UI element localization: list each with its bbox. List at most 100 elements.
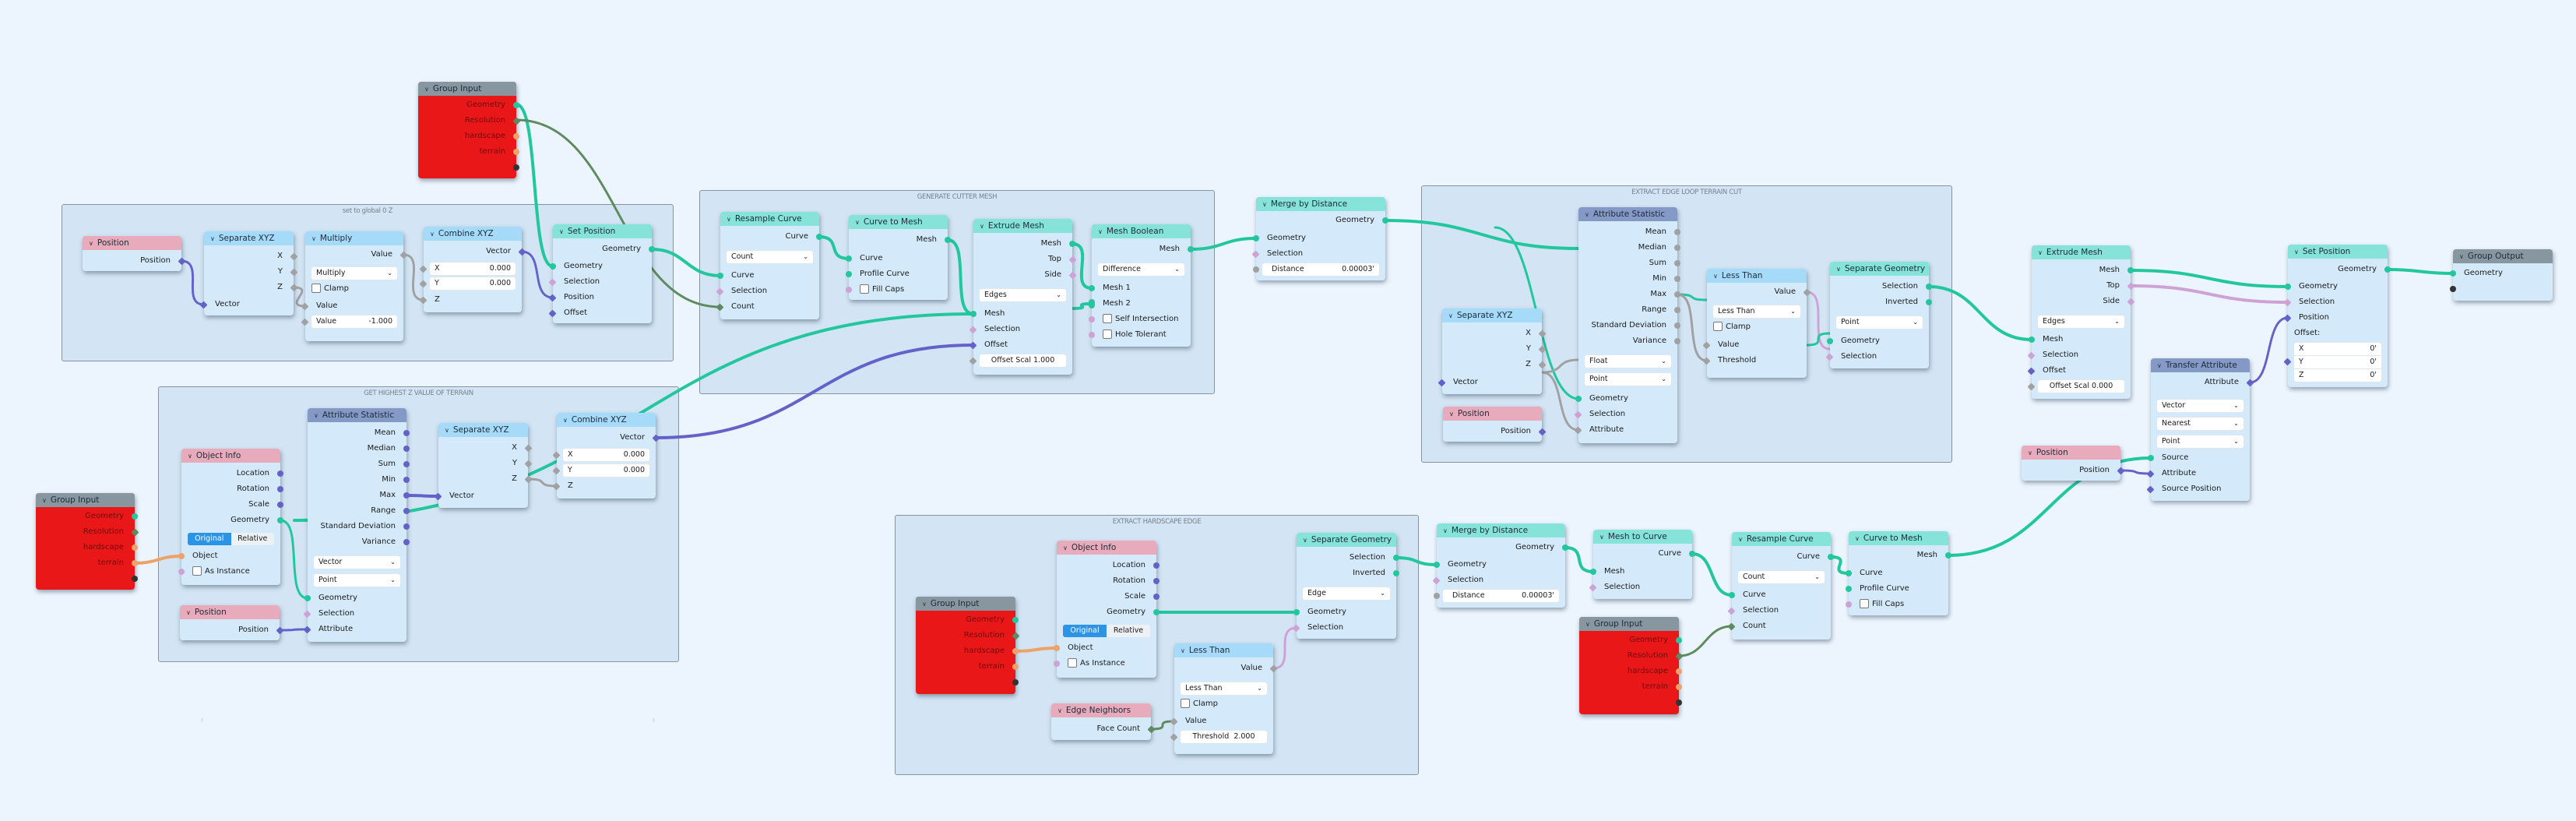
- bool-socket[interactable]: [1589, 583, 1597, 591]
- vector-socket[interactable]: [403, 523, 410, 530]
- node-link[interactable]: [2129, 269, 2289, 288]
- node-header[interactable]: ∨ Separate Geometry: [1830, 262, 1929, 276]
- threshold-field[interactable]: Threshold 2.000: [1181, 731, 1267, 743]
- collapse-chevron-icon[interactable]: ∨: [2294, 245, 2299, 259]
- vector-socket[interactable]: [2146, 470, 2155, 477]
- geometry-socket[interactable]: [1393, 555, 1399, 561]
- collapse-chevron-icon[interactable]: ∨: [445, 424, 449, 437]
- less-than-node[interactable]: ∨ Less Than Value Less Than ⌄ Clamp Value …: [1702, 269, 1811, 378]
- object-socket[interactable]: [1054, 645, 1060, 651]
- float-socket[interactable]: [1434, 593, 1440, 599]
- float-socket[interactable]: [1674, 307, 1680, 313]
- collapse-chevron-icon[interactable]: ∨: [314, 409, 318, 422]
- geometry-socket[interactable]: [816, 234, 822, 240]
- resample-curve-node[interactable]: ∨ Resample Curve Curve Count ⌄ Curve Selec…: [716, 212, 822, 319]
- empty-socket[interactable]: [2450, 286, 2456, 292]
- node-header[interactable]: ∨ Group Input: [1579, 617, 1679, 631]
- mode-dropdown[interactable]: Edges ⌄: [980, 289, 1066, 301]
- relative-option[interactable]: Relative: [231, 533, 275, 545]
- object-socket[interactable]: [513, 133, 519, 139]
- original-option[interactable]: Original: [1063, 625, 1107, 637]
- bool-socket[interactable]: [2027, 351, 2036, 359]
- float-socket[interactable]: [1674, 338, 1680, 344]
- collapse-chevron-icon[interactable]: ∨: [1713, 270, 1718, 283]
- node-header[interactable]: ∨ Curve to Mesh: [1849, 531, 1948, 545]
- geometry-socket[interactable]: [550, 263, 556, 270]
- multi-input-socket[interactable]: [1089, 299, 1095, 308]
- node-header[interactable]: ∨ Group Input: [36, 493, 135, 507]
- bool-socket[interactable]: [1251, 250, 1260, 258]
- geometry-socket[interactable]: [2450, 270, 2456, 277]
- clamp-checkbox[interactable]: [1713, 322, 1723, 331]
- geometry-socket[interactable]: [1562, 544, 1568, 551]
- collapse-chevron-icon[interactable]: ∨: [1443, 524, 1448, 537]
- node-header[interactable]: ∨ Group Output: [2453, 249, 2553, 263]
- original-option[interactable]: Original: [188, 533, 231, 545]
- x-field[interactable]: X 0.000: [430, 263, 516, 275]
- node-header[interactable]: ∨ Resample Curve: [1732, 532, 1831, 546]
- geometry-socket[interactable]: [1434, 562, 1440, 568]
- collapse-chevron-icon[interactable]: ∨: [1063, 541, 1068, 555]
- int-socket[interactable]: [512, 117, 521, 125]
- collapse-chevron-icon[interactable]: ∨: [430, 227, 435, 241]
- geometry-socket[interactable]: [1729, 592, 1735, 598]
- node-header[interactable]: ∨ Attribute Statistic: [1578, 207, 1677, 221]
- vector-socket[interactable]: [2246, 379, 2254, 386]
- geometry-socket[interactable]: [1945, 552, 1951, 558]
- node-header[interactable]: ∨ Merge by Distance: [1437, 523, 1565, 537]
- vector-socket[interactable]: [2283, 358, 2292, 365]
- geometry-socket[interactable]: [1828, 554, 1834, 560]
- merge-by-distance-node[interactable]: ∨ Merge by Distance Geometry Geometry Sel…: [1251, 197, 1388, 280]
- geometry-socket[interactable]: [970, 311, 977, 317]
- collapse-chevron-icon[interactable]: ∨: [42, 494, 47, 507]
- node-link[interactable]: [2129, 284, 2289, 304]
- geometry-socket[interactable]: [1926, 284, 1932, 290]
- offset-y-field[interactable]: Y 0': [2294, 356, 2381, 368]
- collapse-chevron-icon[interactable]: ∨: [2038, 246, 2043, 259]
- collapse-chevron-icon[interactable]: ∨: [1057, 704, 1062, 717]
- bool-socket[interactable]: [1432, 576, 1441, 584]
- node-header[interactable]: ∨ Resample Curve: [720, 212, 819, 226]
- clamp-checkbox[interactable]: [311, 284, 321, 293]
- multiply-node[interactable]: ∨ Multiply Value Multiply ⌄ Clamp Value Va…: [301, 231, 408, 341]
- object-socket[interactable]: [1012, 664, 1019, 670]
- domain-dropdown[interactable]: Point ⌄: [314, 574, 400, 587]
- collapse-chevron-icon[interactable]: ∨: [210, 232, 215, 245]
- collapse-chevron-icon[interactable]: ∨: [1181, 644, 1185, 657]
- extrude-mesh-node[interactable]: ∨ Extrude Mesh Mesh Top Side Edges ⌄ Mesh …: [2027, 245, 2135, 399]
- node-header[interactable]: ∨ Extrude Mesh: [973, 219, 1072, 233]
- x-field[interactable]: X 0.000: [563, 449, 649, 461]
- object-socket[interactable]: [1012, 648, 1019, 654]
- operation-dropdown[interactable]: Multiply ⌄: [311, 267, 397, 280]
- empty-socket[interactable]: [513, 164, 519, 171]
- transfer-attribute-node[interactable]: ∨ Transfer Attribute Attribute Vector ⌄ Ne…: [2146, 358, 2254, 501]
- node-header[interactable]: ∨ Combine XYZ: [557, 413, 656, 427]
- collapse-chevron-icon[interactable]: ∨: [1262, 198, 1267, 211]
- collapse-chevron-icon[interactable]: ∨: [1303, 534, 1307, 547]
- attribute-statistic-node[interactable]: ∨ Attribute Statistic Mean Median Sum Min…: [303, 408, 410, 642]
- domain-dropdown[interactable]: Point ⌄: [1836, 316, 1923, 329]
- node-header[interactable]: ∨ Merge by Distance: [1256, 197, 1385, 211]
- node-header[interactable]: ∨ Separate XYZ: [204, 231, 294, 245]
- collapse-chevron-icon[interactable]: ∨: [2459, 250, 2464, 263]
- collapse-chevron-icon[interactable]: ∨: [1855, 532, 1860, 545]
- data-type-dropdown[interactable]: Vector ⌄: [2157, 400, 2243, 412]
- fill-caps-checkbox[interactable]: [860, 284, 869, 294]
- collapse-chevron-icon[interactable]: ∨: [1836, 263, 1841, 276]
- operation-dropdown[interactable]: Less Than ⌄: [1181, 682, 1267, 695]
- bool-socket[interactable]: [1054, 661, 1060, 667]
- geometry-socket[interactable]: [1253, 235, 1259, 241]
- geometry-socket[interactable]: [2148, 455, 2154, 461]
- separate-geometry-node[interactable]: ∨ Separate Geometry Selection Inverted Ed…: [1292, 533, 1399, 639]
- node-header[interactable]: ∨ Object Info: [1057, 541, 1156, 555]
- collapse-chevron-icon[interactable]: ∨: [2028, 446, 2032, 460]
- geometry-socket[interactable]: [1590, 569, 1596, 575]
- offset-z-field[interactable]: Z 0': [2294, 369, 2381, 382]
- domain-dropdown[interactable]: Point ⌄: [1585, 373, 1671, 386]
- geometry-socket[interactable]: [1382, 217, 1388, 224]
- data-type-dropdown[interactable]: Float ⌄: [1585, 355, 1671, 368]
- float-socket[interactable]: [1674, 322, 1680, 329]
- as-instance-checkbox[interactable]: [192, 566, 202, 576]
- geometry-socket[interactable]: [717, 273, 723, 279]
- group-input-node[interactable]: ∨ Group Input Geometry Resolution hardsca…: [916, 597, 1020, 694]
